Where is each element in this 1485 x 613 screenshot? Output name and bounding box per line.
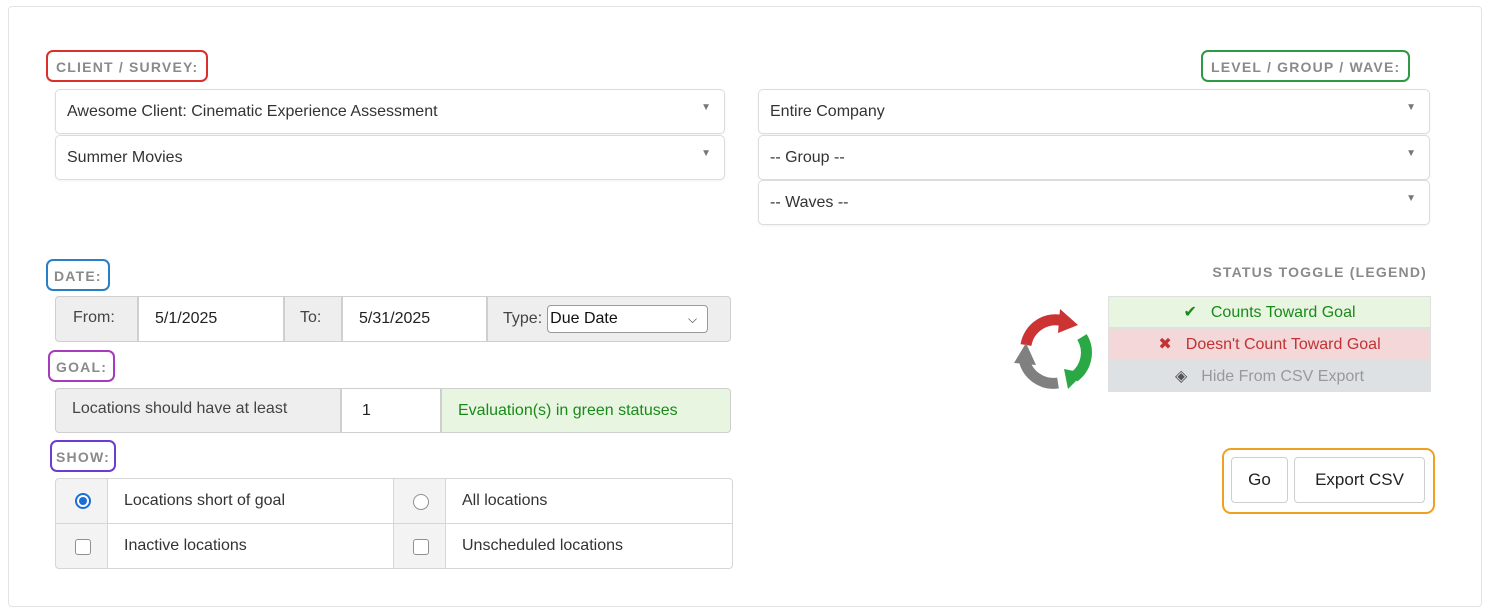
- status-legend: ✔ Counts Toward Goal ✖ Doesn't Count Towar…: [1108, 296, 1431, 392]
- level-group-wave-label: LEVEL / GROUP / WAVE:: [1201, 50, 1411, 82]
- unscheduled-locations-checkbox[interactable]: [413, 539, 429, 555]
- from-date-input[interactable]: 5/1/2025: [138, 296, 284, 342]
- inactive-locations-option[interactable]: Inactive locations: [107, 523, 394, 569]
- type-group: Type: Due Date ⌵: [487, 296, 731, 342]
- caret-down-icon: ▼: [701, 148, 711, 159]
- short-of-goal-option[interactable]: Locations short of goal: [107, 478, 394, 524]
- goal-row: Locations should have at least 1 Evaluat…: [55, 388, 731, 433]
- date-label: DATE:: [46, 259, 110, 291]
- date-range-row: From: 5/1/2025 To: 5/31/2025 Type: Due D…: [55, 296, 731, 342]
- all-locations-option[interactable]: All locations: [445, 478, 733, 524]
- eye-slash-icon: ◈: [1174, 368, 1188, 385]
- inactive-locations-checkbox[interactable]: [75, 539, 91, 555]
- checkbox-cell[interactable]: [55, 523, 108, 569]
- goal-count-input[interactable]: 1: [341, 388, 441, 433]
- unscheduled-locations-option[interactable]: Unscheduled locations: [445, 523, 733, 569]
- goal-suffix: Evaluation(s) in green statuses: [441, 388, 731, 433]
- caret-down-icon: ▼: [701, 102, 711, 113]
- show-options-grid: Locations short of goal All locations In…: [55, 478, 733, 569]
- x-icon: ✖: [1158, 336, 1172, 353]
- caret-down-icon: ▼: [1406, 193, 1416, 204]
- client-survey-label: CLIENT / SURVEY:: [46, 50, 209, 82]
- client-select-value: Awesome Client: Cinematic Experience Ass…: [67, 103, 438, 120]
- goal-prefix: Locations should have at least: [55, 388, 341, 433]
- radio-cell[interactable]: [393, 478, 446, 524]
- legend-label: Counts Toward Goal: [1210, 304, 1356, 321]
- caret-down-icon: ▼: [1406, 148, 1416, 159]
- goal-label: GOAL:: [48, 350, 116, 382]
- checkbox-cell[interactable]: [393, 523, 446, 569]
- date-type-value: Due Date: [550, 310, 618, 327]
- level-select[interactable]: Entire Company ▼: [758, 89, 1430, 134]
- waves-select-value: -- Waves --: [770, 194, 849, 211]
- legend-hide-from-csv: ◈ Hide From CSV Export: [1108, 360, 1431, 392]
- show-label: SHOW:: [50, 440, 116, 472]
- status-cycle-icon: [1014, 309, 1092, 389]
- client-select[interactable]: Awesome Client: Cinematic Experience Ass…: [55, 89, 725, 134]
- check-icon: ✔: [1183, 304, 1197, 321]
- legend-counts-toward-goal: ✔ Counts Toward Goal: [1108, 296, 1431, 328]
- radio-cell[interactable]: [55, 478, 108, 524]
- all-locations-radio[interactable]: [413, 494, 429, 510]
- short-of-goal-radio[interactable]: [75, 493, 91, 509]
- survey-select-value: Summer Movies: [67, 149, 183, 166]
- type-label: Type:: [503, 310, 543, 327]
- legend-title: STATUS TOGGLE (LEGEND): [1212, 264, 1427, 280]
- date-type-select[interactable]: Due Date ⌵: [547, 305, 709, 333]
- group-select[interactable]: -- Group -- ▼: [758, 135, 1430, 180]
- chevron-down-icon: ⌵: [688, 312, 698, 326]
- legend-label: Doesn't Count Toward Goal: [1185, 336, 1381, 353]
- export-csv-button[interactable]: Export CSV: [1294, 457, 1425, 503]
- go-button[interactable]: Go: [1231, 457, 1288, 503]
- from-label: From:: [55, 296, 138, 342]
- to-date-input[interactable]: 5/31/2025: [342, 296, 487, 342]
- legend-label: Hide From CSV Export: [1201, 368, 1365, 385]
- waves-select[interactable]: -- Waves -- ▼: [758, 180, 1430, 225]
- caret-down-icon: ▼: [1406, 102, 1416, 113]
- legend-doesnt-count: ✖ Doesn't Count Toward Goal: [1108, 328, 1431, 360]
- level-select-value: Entire Company: [770, 103, 885, 120]
- group-select-value: -- Group --: [770, 149, 845, 166]
- survey-select[interactable]: Summer Movies ▼: [55, 135, 725, 180]
- to-label: To:: [284, 296, 342, 342]
